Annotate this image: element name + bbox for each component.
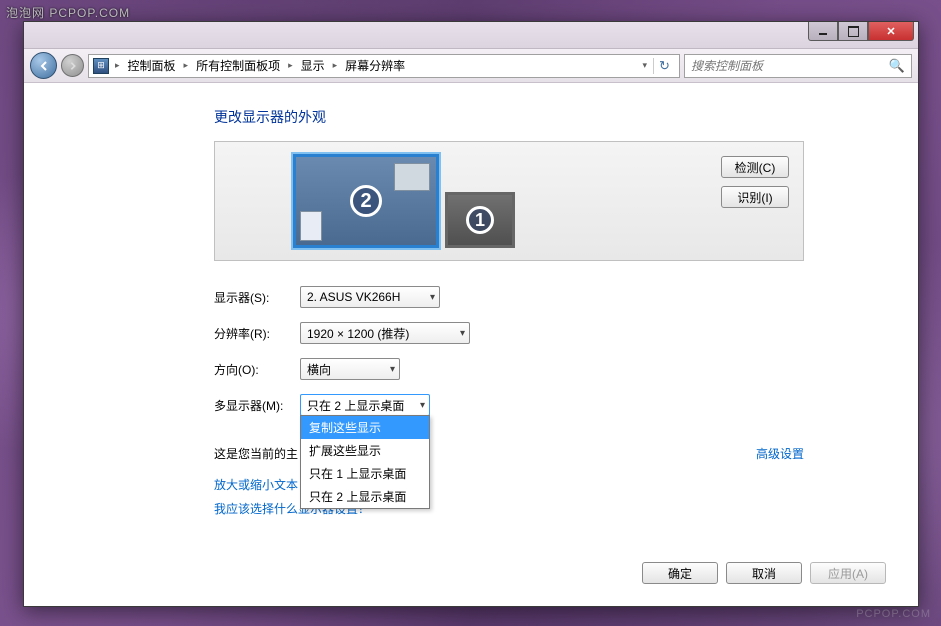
back-button[interactable] (30, 52, 57, 79)
monitor-number: 1 (466, 206, 494, 234)
chevron-right-icon: ▸ (111, 60, 124, 71)
breadcrumb-item[interactable]: 控制面板 (126, 57, 178, 74)
chevron-right-icon: ▸ (284, 60, 297, 71)
apply-button: 应用(A) (810, 562, 886, 584)
breadcrumb-item[interactable]: 所有控制面板项 (194, 57, 282, 74)
multi-display-combo[interactable]: 只在 2 上显示桌面 复制这些显示 扩展这些显示 只在 1 上显示桌面 只在 2… (300, 394, 430, 416)
page-heading: 更改显示器的外观 (214, 107, 804, 127)
nav-bar: ⊞ ▸ 控制面板 ▸ 所有控制面板项 ▸ 显示 ▸ 屏幕分辨率 ▾ ↻ 🔍 (24, 49, 918, 83)
orientation-label: 方向(O): (214, 361, 300, 378)
dropdown-option[interactable]: 复制这些显示 (301, 416, 429, 439)
maximize-button[interactable] (838, 22, 868, 41)
close-button[interactable] (868, 22, 914, 41)
preview-taskbar-icon (300, 211, 322, 241)
display-combo[interactable]: 2. ASUS VK266H (300, 286, 440, 308)
content-area: 更改显示器的外观 2 1 检测(C) 识别(I) (24, 83, 918, 606)
chevron-right-icon: ▸ (329, 60, 342, 71)
search-icon[interactable]: 🔍 (889, 58, 905, 74)
control-panel-icon: ⊞ (93, 58, 109, 74)
orientation-combo[interactable]: 横向 (300, 358, 400, 380)
dropdown-option[interactable]: 扩展这些显示 (301, 439, 429, 462)
advanced-settings-link[interactable]: 高级设置 (756, 445, 804, 462)
monitor-number: 2 (350, 185, 382, 217)
dialog-buttons: 确定 取消 应用(A) (642, 562, 886, 584)
breadcrumb-item[interactable]: 显示 (299, 57, 327, 74)
forward-button[interactable] (61, 54, 84, 77)
detect-button[interactable]: 检测(C) (721, 156, 789, 178)
display-label: 显示器(S): (214, 289, 300, 306)
monitor-preview-pane[interactable]: 2 1 检测(C) 识别(I) (214, 141, 804, 261)
address-bar[interactable]: ⊞ ▸ 控制面板 ▸ 所有控制面板项 ▸ 显示 ▸ 屏幕分辨率 ▾ ↻ (88, 54, 680, 78)
window: ⊞ ▸ 控制面板 ▸ 所有控制面板项 ▸ 显示 ▸ 屏幕分辨率 ▾ ↻ 🔍 更改… (23, 21, 919, 607)
watermark-text: 泡泡网 PCPOP.COM (6, 4, 130, 21)
minimize-button[interactable] (808, 22, 838, 41)
cancel-button[interactable]: 取消 (726, 562, 802, 584)
watermark-bottom: PCPOP.COM (856, 608, 931, 620)
search-input[interactable] (691, 59, 889, 73)
ok-button[interactable]: 确定 (642, 562, 718, 584)
refresh-button[interactable]: ↻ (653, 58, 675, 74)
dropdown-chevron-icon[interactable]: ▾ (638, 60, 651, 71)
breadcrumb-item[interactable]: 屏幕分辨率 (343, 57, 407, 74)
resolution-label: 分辨率(R): (214, 325, 300, 342)
chevron-right-icon: ▸ (180, 60, 193, 71)
dropdown-option[interactable]: 只在 2 上显示桌面 (301, 485, 429, 508)
identify-button[interactable]: 识别(I) (721, 186, 789, 208)
title-bar (24, 22, 918, 49)
main-display-note: 这是您当前的主 (214, 445, 298, 462)
resolution-combo[interactable]: 1920 × 1200 (推荐) (300, 322, 470, 344)
monitor-2[interactable]: 2 (293, 154, 439, 248)
multi-display-dropdown: 复制这些显示 扩展这些显示 只在 1 上显示桌面 只在 2 上显示桌面 (300, 415, 430, 509)
search-box[interactable]: 🔍 (684, 54, 912, 78)
preview-window-icon (394, 163, 430, 191)
multi-display-label: 多显示器(M): (214, 397, 300, 414)
monitor-1[interactable]: 1 (445, 192, 515, 248)
dropdown-option[interactable]: 只在 1 上显示桌面 (301, 462, 429, 485)
